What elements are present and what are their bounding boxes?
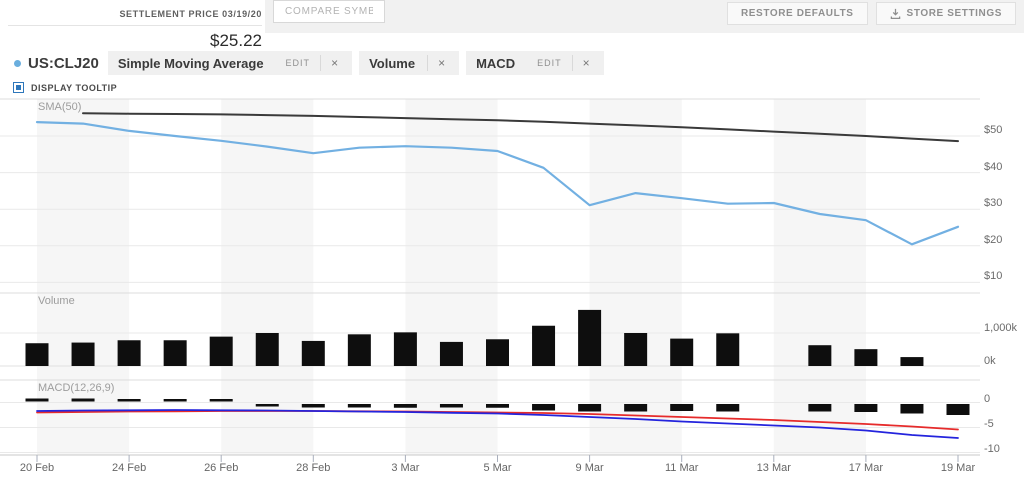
settlement-price-label: SETTLEMENT PRICE 03/19/20 (8, 0, 262, 26)
remove-macd-button[interactable]: × (573, 56, 594, 70)
background-stripe (405, 99, 497, 455)
restore-defaults-button[interactable]: RESTORE DEFAULTS (727, 2, 868, 25)
volume-bar[interactable] (808, 345, 831, 366)
volume-bar[interactable] (72, 343, 95, 366)
x-axis-label: 9 Mar (560, 462, 620, 474)
volume-bar[interactable] (26, 343, 49, 366)
macd-histogram-bar[interactable] (394, 404, 417, 408)
macd-histogram-bar[interactable] (164, 399, 187, 402)
x-axis-label: 24 Feb (99, 462, 159, 474)
background-stripe (37, 99, 129, 455)
volume-bar[interactable] (164, 340, 187, 366)
macd-axis-label: 0 (984, 393, 990, 405)
macd-histogram-bar[interactable] (900, 404, 923, 414)
symbol-row: US:CLJ20 Simple Moving Average EDIT × Vo… (14, 51, 611, 75)
edit-macd-button[interactable]: EDIT (527, 58, 572, 68)
store-settings-button[interactable]: STORE SETTINGS (876, 2, 1016, 25)
x-axis-label: 11 Mar (652, 462, 712, 474)
macd-axis-label: -10 (984, 443, 1000, 455)
x-axis-label: 5 Mar (468, 462, 528, 474)
remove-volume-button[interactable]: × (428, 56, 449, 70)
macd-histogram-bar[interactable] (26, 399, 49, 402)
indicator-chip-volume[interactable]: Volume × (359, 51, 459, 75)
volume-bar[interactable] (670, 339, 693, 366)
macd-histogram-bar[interactable] (348, 404, 371, 408)
header-buttons: RESTORE DEFAULTS STORE SETTINGS (727, 2, 1016, 25)
volume-bar[interactable] (348, 334, 371, 366)
indicator-chip-label: MACD (476, 56, 527, 71)
compare-symbol-input[interactable] (273, 0, 385, 23)
macd-histogram-bar[interactable] (118, 399, 141, 402)
indicator-chip-label: Simple Moving Average (118, 56, 276, 71)
background-stripe (774, 99, 866, 455)
macd-histogram-bar[interactable] (532, 404, 555, 411)
price-axis-label: $50 (984, 124, 1002, 136)
indicator-chip-macd[interactable]: MACD EDIT × (466, 51, 604, 75)
display-tooltip-toggle[interactable]: DISPLAY TOOLTIP (13, 82, 117, 93)
macd-histogram-bar[interactable] (256, 404, 279, 407)
volume-bar[interactable] (256, 333, 279, 366)
settlement-block: SETTLEMENT PRICE 03/19/20 $25.22 (0, 0, 262, 51)
volume-bar[interactable] (532, 326, 555, 366)
settlement-price-value: $25.22 (0, 26, 262, 51)
volume-axis-label: 1,000k (984, 322, 1017, 334)
x-axis-label: 17 Mar (836, 462, 896, 474)
x-axis-label: 26 Feb (191, 462, 251, 474)
background-stripe (590, 99, 682, 455)
series-color-dot-icon (14, 60, 21, 67)
checkbox-checked-icon[interactable] (13, 82, 24, 93)
header-toolbar: RESTORE DEFAULTS STORE SETTINGS (265, 0, 1024, 33)
macd-histogram-bar[interactable] (808, 404, 831, 412)
price-axis-label: $40 (984, 161, 1002, 173)
macd-histogram-bar[interactable] (72, 399, 95, 402)
volume-bar[interactable] (440, 342, 463, 366)
panel-title: Volume (38, 295, 75, 307)
price-axis-label: $30 (984, 197, 1002, 209)
macd-histogram-bar[interactable] (624, 404, 647, 412)
macd-histogram-bar[interactable] (854, 404, 877, 412)
volume-axis-label: 0k (984, 355, 996, 367)
symbol-name: US:CLJ20 (28, 55, 99, 72)
volume-bar[interactable] (624, 333, 647, 366)
macd-histogram-bar[interactable] (210, 399, 233, 402)
volume-bar[interactable] (118, 340, 141, 366)
macd-histogram-bar[interactable] (670, 404, 693, 411)
x-axis-label: 19 Mar (928, 462, 988, 474)
download-icon (890, 8, 901, 19)
macd-histogram-bar[interactable] (716, 404, 739, 412)
x-axis-label: 3 Mar (375, 462, 435, 474)
x-axis-label: 28 Feb (283, 462, 343, 474)
volume-bar[interactable] (854, 349, 877, 366)
volume-bar[interactable] (210, 337, 233, 366)
checkbox-fill (16, 85, 21, 90)
price-axis-label: $10 (984, 270, 1002, 282)
volume-bar[interactable] (578, 310, 601, 366)
volume-bar[interactable] (900, 357, 923, 366)
volume-bar[interactable] (716, 333, 739, 366)
macd-axis-label: -5 (984, 418, 994, 430)
volume-bar[interactable] (394, 332, 417, 366)
store-settings-label: STORE SETTINGS (907, 8, 1002, 19)
background-stripe (221, 99, 313, 455)
restore-defaults-label: RESTORE DEFAULTS (741, 8, 854, 19)
volume-bar[interactable] (486, 339, 509, 366)
edit-sma-button[interactable]: EDIT (276, 58, 321, 68)
price-axis-label: $20 (984, 234, 1002, 246)
macd-histogram-bar[interactable] (486, 404, 509, 408)
x-axis-label: 13 Mar (744, 462, 804, 474)
macd-histogram-bar[interactable] (302, 404, 325, 408)
panel-title: SMA(50) (38, 101, 81, 113)
volume-bar[interactable] (302, 341, 325, 366)
macd-histogram-bar[interactable] (578, 404, 601, 412)
indicator-chip-label: Volume (369, 56, 427, 71)
indicator-chip-sma[interactable]: Simple Moving Average EDIT × (108, 51, 352, 75)
display-tooltip-label: DISPLAY TOOLTIP (31, 83, 117, 93)
chart-application: 20 Feb 24 Feb 26 Feb 28 Feb 3 Mar 5 Mar 9 Mar 1… (0, 0, 1024, 494)
remove-sma-button[interactable]: × (321, 56, 342, 70)
macd-histogram-bar[interactable] (440, 404, 463, 408)
macd-histogram-bar[interactable] (947, 404, 970, 415)
panel-title: MACD(12,26,9) (38, 382, 114, 394)
x-axis-label: 20 Feb (7, 462, 67, 474)
